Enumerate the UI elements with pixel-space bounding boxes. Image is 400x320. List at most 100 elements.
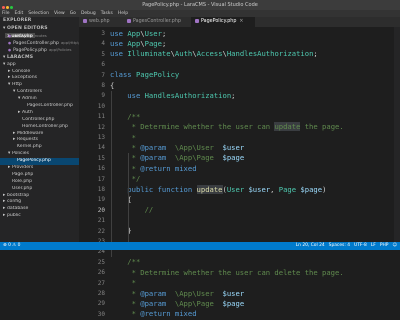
code-token: \App\Page — [166, 153, 223, 163]
project-header[interactable]: ▾LARACMS — [0, 54, 79, 62]
open-editor-path: app\Policies — [48, 46, 72, 52]
status-item[interactable]: LF — [371, 243, 376, 248]
status-bar: ⊗ 0 ⚠ 0 Ln 20, Col 24 Spaces: 4 UTF-8 LF PHP… — [0, 242, 400, 250]
open-editor-item[interactable]: ● web.php routes — [0, 33, 79, 40]
open-editors-header[interactable]: ▾OPEN EDITORS1 UNSAVED — [0, 25, 79, 38]
line-number: 27 — [97, 279, 105, 287]
code-token: PagePolicy — [135, 70, 180, 80]
explorer-sidebar: EXPLORER ▾OPEN EDITORS1 UNSAVED ● web.php… — [0, 17, 79, 242]
code-line: use App\User; — [110, 29, 166, 39]
tree-item[interactable]: Kernel.php — [0, 144, 79, 151]
tree-item[interactable]: Page.php — [0, 172, 79, 179]
menu-item-edit[interactable]: Edit — [15, 11, 24, 16]
php-file-icon: ● — [8, 47, 12, 52]
code-token: /** — [127, 257, 141, 267]
line-number: 9 — [101, 92, 105, 100]
menu-item-debug[interactable]: Debug — [81, 11, 96, 16]
open-editor-name: web.php — [13, 34, 33, 39]
line-number: 21 — [97, 217, 105, 225]
close-icon[interactable]: × — [239, 19, 243, 24]
line-number: 4 — [101, 40, 105, 48]
tab-pagepolicy-php[interactable]: PagePolicy.php × — [191, 17, 255, 27]
code-token: ) — [322, 184, 327, 194]
tree-item[interactable]: PagePolicy.php — [0, 158, 79, 166]
tab-web-php[interactable]: web.php — [79, 17, 123, 27]
highlighted-token: update — [274, 122, 301, 132]
code-line: /** — [127, 112, 140, 122]
php-file-icon: ● — [8, 40, 12, 45]
open-editor-item[interactable]: ●PagesController.phpapp\Http\Co... — [0, 40, 79, 47]
tree-item[interactable]: ▸ Providers — [0, 165, 79, 172]
menu-item-file[interactable]: File — [2, 11, 10, 16]
line-number: 20 — [97, 206, 105, 214]
code-token: * — [127, 298, 141, 308]
tree-item[interactable]: ▾ Controllers — [0, 89, 79, 96]
code-area[interactable]: use App\User; use App\Page; use Illuminate… — [110, 27, 400, 319]
status-item[interactable]: UTF-8 — [354, 243, 367, 248]
code-token: Access — [196, 49, 223, 59]
tree-item[interactable]: ▸ Auth — [0, 110, 79, 117]
tree-item[interactable]: ▸ Middleware — [0, 131, 79, 138]
window-title: PagePolicy.php - LaraCMS - Visual Studio… — [142, 2, 258, 8]
code-line: * — [127, 133, 136, 143]
code-line: { — [110, 81, 114, 91]
line-number: 16 — [97, 165, 105, 173]
code-token: the page. — [300, 122, 344, 132]
tree-item[interactable]: ▸ config — [0, 199, 79, 206]
open-editor-item[interactable]: ● PagePolicy.php app\Policies — [0, 47, 79, 54]
tree-item[interactable]: ▸ Console — [0, 69, 79, 76]
menu-item-help[interactable]: Help — [118, 11, 128, 16]
tree-item[interactable]: ▸ bootstrap — [0, 193, 79, 200]
tree-item[interactable]: ▾ Policies — [0, 151, 79, 158]
code-line: * @return mixed — [127, 164, 197, 174]
code-line: * @param \App\Page $page — [127, 298, 245, 309]
explorer-heading: EXPLORER — [3, 18, 32, 23]
tree-item-label: Exceptions — [12, 75, 38, 81]
indent-guide — [111, 90, 112, 258]
code-token: use — [110, 28, 128, 38]
tree-item[interactable]: Role.php — [0, 179, 79, 186]
tree-item-label: app — [7, 61, 16, 67]
menu-item-view[interactable]: View — [54, 11, 65, 16]
line-number: 12 — [97, 123, 105, 131]
code-token: Page — [278, 184, 297, 194]
tree-item[interactable]: Controller.php — [0, 117, 79, 124]
problems-indicator[interactable]: ⊗ 0 ⚠ 0 — [3, 242, 20, 250]
menu-item-go[interactable]: Go — [70, 11, 76, 16]
tree-item[interactable]: ▾ app — [0, 62, 79, 69]
status-item[interactable]: ☺ — [392, 243, 397, 248]
line-number: 3 — [101, 30, 105, 37]
tree-item-label: HomeController.php — [22, 123, 68, 129]
tree-item[interactable]: ▸ Requests — [0, 137, 79, 144]
code-token: use — [127, 90, 145, 100]
menu-item-tasks[interactable]: Tasks — [101, 11, 113, 16]
line-number: 30 — [97, 310, 105, 318]
tree-item[interactable]: PagesController.php — [0, 103, 79, 110]
tree-item-label: Requests — [17, 137, 39, 143]
code-editor[interactable]: 3456789101112131415161718192021222324252… — [79, 27, 400, 319]
code-token: * — [127, 309, 141, 319]
tree-item[interactable]: ▸ database — [0, 206, 79, 213]
status-item[interactable]: Ln 20, Col 24 — [296, 243, 325, 248]
status-item[interactable]: Spaces: 4 — [329, 243, 350, 248]
tree-item[interactable]: HomeController.php — [0, 124, 79, 131]
status-item[interactable]: PHP — [380, 243, 389, 248]
tree-item[interactable]: ▾ Admin — [0, 96, 79, 103]
code-token: mixed — [174, 309, 197, 319]
tree-item[interactable]: ▸ Exceptions — [0, 75, 79, 82]
status-right-items: Ln 20, Col 24 Spaces: 4 UTF-8 LF PHP ☺ — [292, 242, 397, 250]
code-token: * — [127, 132, 136, 142]
code-token: * Determine whether the user can — [127, 122, 275, 132]
minimap[interactable] — [394, 27, 400, 242]
tree-item[interactable]: User.php — [0, 186, 79, 193]
tree-item[interactable]: ▸ public — [0, 213, 79, 220]
php-file-icon: ● — [8, 34, 12, 38]
code-line: use HandlesAuthorization; — [127, 91, 235, 101]
tab-pagescontroller-php[interactable]: PagesController.php — [123, 17, 191, 27]
tree-item[interactable]: ▾ Http — [0, 82, 79, 89]
code-token: /** — [127, 111, 141, 121]
code-token: * — [127, 288, 141, 298]
php-file-icon — [83, 18, 87, 23]
menu-item-selection[interactable]: Selection — [28, 11, 49, 16]
open-editor-path: app\Http\Co... — [60, 39, 79, 45]
